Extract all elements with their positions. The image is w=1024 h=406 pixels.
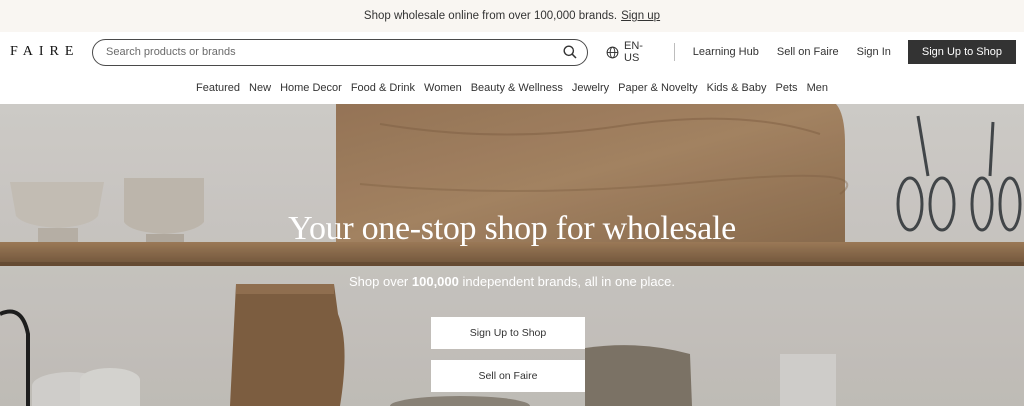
search-input[interactable] (106, 46, 546, 58)
category-beauty-wellness[interactable]: Beauty & Wellness (471, 82, 563, 94)
category-kids-baby[interactable]: Kids & Baby (707, 82, 767, 94)
sign-up-to-shop-button[interactable]: Sign Up to Shop (907, 40, 1016, 64)
category-jewelry[interactable]: Jewelry (572, 82, 609, 94)
category-home-decor[interactable]: Home Decor (280, 82, 342, 94)
category-nav: Featured New Home Decor Food & Drink Wom… (0, 72, 1024, 104)
promo-text: Shop wholesale online from over 100,000 … (363, 10, 618, 22)
category-men[interactable]: Men (807, 82, 828, 94)
globe-icon (606, 46, 619, 59)
search-bar[interactable] (92, 38, 589, 66)
category-women[interactable]: Women (424, 82, 462, 94)
header-divider (673, 43, 675, 61)
hero-sell-on-faire-button[interactable]: Sell on Faire (431, 360, 585, 392)
category-paper-novelty[interactable]: Paper & Novelty (618, 82, 697, 94)
hero-title: Your one-stop shop for wholesale (288, 210, 736, 247)
category-new[interactable]: New (249, 82, 271, 94)
language-label: EN-US (624, 40, 643, 64)
faire-logo[interactable]: FAIRE (10, 44, 92, 60)
sell-on-faire-link[interactable]: Sell on Faire (777, 46, 839, 58)
hero-sign-up-to-shop-button[interactable]: Sign Up to Shop (431, 317, 585, 349)
sign-in-link[interactable]: Sign In (857, 46, 891, 58)
learning-hub-link[interactable]: Learning Hub (693, 46, 759, 58)
hero-subtitle-count: 100,000 (411, 274, 459, 289)
promo-signup-link[interactable]: Sign up (621, 10, 660, 22)
hero-subtitle: Shop over 100,000 independent brands, al… (0, 274, 1024, 289)
search-icon[interactable] (563, 45, 577, 59)
category-featured[interactable]: Featured (196, 82, 240, 94)
hero-section: Your one-stop shop for wholesale Shop ov… (0, 104, 1024, 406)
category-pets[interactable]: Pets (776, 82, 798, 94)
category-food-drink[interactable]: Food & Drink (351, 82, 415, 94)
promo-banner: Shop wholesale online from over 100,000 … (0, 0, 1024, 32)
hero-subtitle-pre: Shop over (349, 274, 412, 289)
hero-subtitle-post: independent brands, all in one place. (458, 274, 675, 289)
language-selector[interactable]: EN-US (606, 40, 656, 64)
header: FAIRE EN-US Learning Hub Sell on Faire S… (0, 32, 1024, 72)
